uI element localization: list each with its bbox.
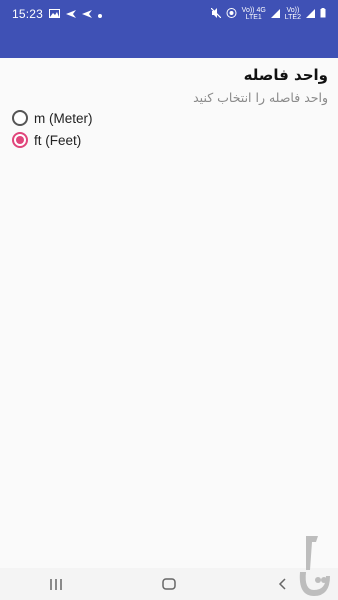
lte1-label: Vo)) 4G LTE1 bbox=[242, 7, 266, 21]
option-meter-label: m (Meter) bbox=[34, 110, 93, 126]
option-meter[interactable]: m (Meter) bbox=[12, 110, 93, 126]
battery-icon bbox=[320, 8, 326, 20]
status-time: 15:23 bbox=[12, 7, 44, 21]
wifi-icon bbox=[226, 8, 237, 20]
signal-icon bbox=[306, 8, 315, 20]
settings-panel: واحد فاصله واحد فاصله را انتخاب کنید m (… bbox=[0, 58, 338, 568]
watermark-logo bbox=[296, 536, 334, 598]
send-icon bbox=[66, 8, 77, 21]
signal-icon bbox=[270, 8, 280, 20]
recents-button[interactable] bbox=[26, 568, 86, 600]
page-title: واحد فاصله bbox=[243, 66, 328, 84]
lte2-bottom: LTE2 bbox=[284, 14, 301, 21]
mute-icon bbox=[210, 7, 222, 20]
lte1-top: Vo)) 4G bbox=[241, 7, 266, 14]
lte1-bottom: LTE1 bbox=[245, 14, 262, 21]
home-button[interactable] bbox=[139, 568, 199, 600]
navigation-bar bbox=[0, 568, 338, 600]
back-icon bbox=[278, 575, 286, 594]
lte2-label: Vo)) LTE2 bbox=[285, 7, 301, 21]
send-icon bbox=[82, 8, 93, 21]
gallery-icon bbox=[49, 8, 61, 21]
recents-icon bbox=[50, 575, 63, 594]
status-left: 15:23 bbox=[12, 7, 103, 21]
dot-icon bbox=[98, 8, 103, 21]
status-right: Vo)) 4G LTE1 Vo)) LTE2 bbox=[210, 7, 326, 21]
app-bar bbox=[0, 28, 338, 58]
option-feet-label: ft (Feet) bbox=[34, 132, 82, 148]
status-bar: 15:23 Vo)) 4G LTE1 Vo)) LTE2 bbox=[0, 0, 338, 28]
option-feet[interactable]: ft (Feet) bbox=[12, 132, 81, 148]
radio-meter[interactable] bbox=[12, 110, 28, 126]
page-subtitle: واحد فاصله را انتخاب کنید bbox=[193, 90, 328, 105]
home-icon bbox=[162, 575, 176, 594]
lte2-top: Vo)) bbox=[286, 7, 300, 14]
radio-feet[interactable] bbox=[12, 132, 28, 148]
